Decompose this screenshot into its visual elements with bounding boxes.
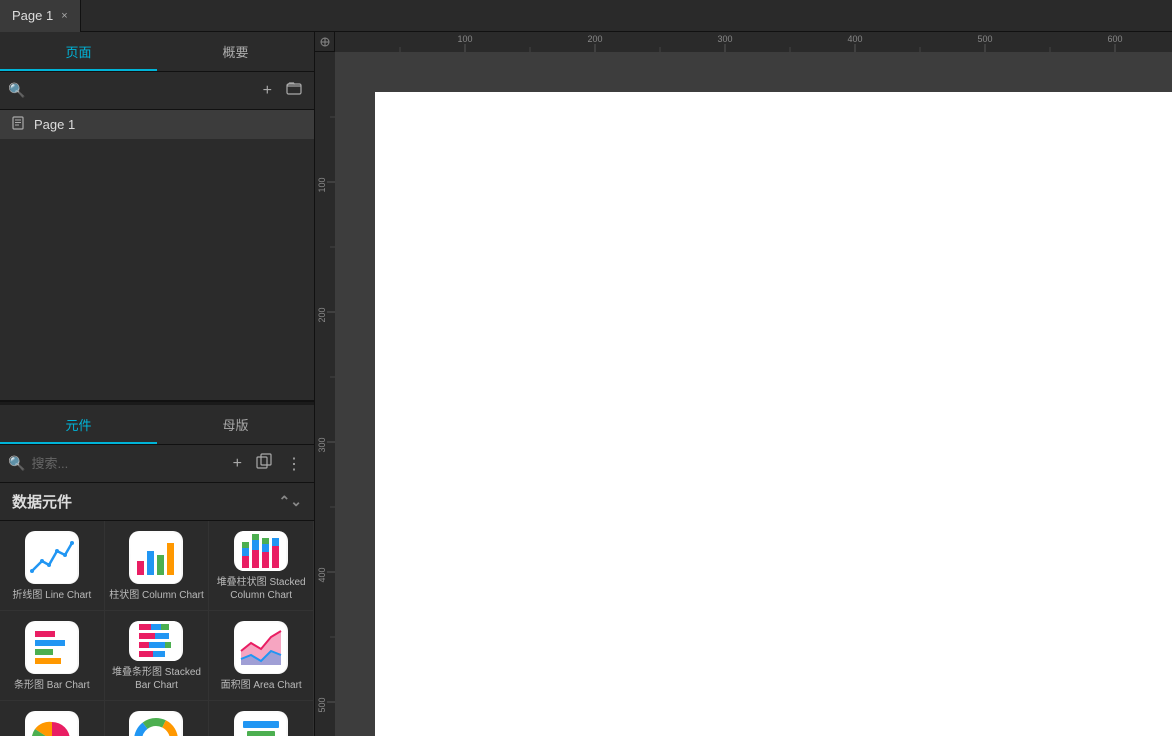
canvas-main: 100 200 300 400 500 [315,52,1172,736]
donut-chart-icon [129,711,183,736]
page-panel: 页面 概要 🔍 + [0,32,314,402]
svg-text:200: 200 [317,307,327,322]
svg-text:400: 400 [317,567,327,582]
component-search-icon: 🔍 [8,455,25,472]
line-chart-icon [25,531,79,584]
svg-text:500: 500 [977,34,992,44]
component-line-chart[interactable]: 折线图 Line Chart [0,521,105,611]
more-options-button[interactable]: ⋮ [282,452,306,476]
area-chart-label: 面积图 Area Chart [221,679,302,692]
stacked-bar-icon [129,621,183,661]
component-grid: 折线图 Line Chart 柱状图 Column Chart [0,521,314,736]
page-search-icon[interactable]: 🔍 [8,82,25,99]
component-search-input[interactable] [31,456,222,471]
svg-text:300: 300 [317,437,327,452]
component-stacked-column[interactable]: 堆叠柱状图 Stacked Column Chart [209,521,314,611]
area-chart-icon [234,621,288,674]
svg-text:600: 600 [1107,34,1122,44]
tab-close-icon[interactable]: × [61,10,67,22]
component-tabs: 元件 母版 [0,405,314,445]
category-header: 数据元件 ⌃⌄ [0,483,314,521]
component-area-chart[interactable]: 面积图 Area Chart [209,611,314,701]
tab-page1-label: Page 1 [12,8,53,23]
pie-chart-icon [25,711,79,736]
tab-overview[interactable]: 概要 [157,32,314,71]
canvas-white-page[interactable] [375,92,1172,736]
canvas-content[interactable] [335,52,1172,736]
svg-text:300: 300 [717,34,732,44]
tab-components[interactable]: 元件 [0,405,157,444]
stacked-col-label: 堆叠柱状图 Stacked Column Chart [213,576,309,602]
page-list-item[interactable]: Page 1 [0,110,314,139]
column-chart-label: 柱状图 Column Chart [109,589,203,602]
svg-text:100: 100 [317,177,327,192]
component-donut-chart[interactable]: 环形图 [105,701,210,736]
main-layout: 页面 概要 🔍 + [0,32,1172,736]
page-list: Page 1 [0,110,314,400]
column-chart-icon [129,531,183,584]
page-list-toolbar: 🔍 + [0,72,314,110]
svg-text:500: 500 [317,697,327,712]
tab-masters[interactable]: 母版 [157,405,314,444]
duplicate-button[interactable] [252,451,276,476]
bar-chart-label: 条形图 Bar Chart [14,679,90,692]
nav-tabs: 页面 概要 [0,32,314,72]
component-stacked-bar[interactable]: 堆叠条形图 Stacked Bar Chart [105,611,210,701]
bar-chart-icon [25,621,79,674]
svg-text:100: 100 [457,34,472,44]
tab-pages[interactable]: 页面 [0,32,157,71]
component-panel: 元件 母版 🔍 + ⋮ 数据元件 [0,405,314,736]
stacked-col-icon [234,531,288,571]
line-chart-label: 折线图 Line Chart [12,589,91,602]
page-item-label: Page 1 [34,117,75,132]
ruler-corner[interactable] [315,32,335,52]
left-panel: 页面 概要 🔍 + [0,32,315,736]
tab-bar: Page 1 × [0,0,1172,32]
funnel-chart-icon [234,711,288,736]
ruler-top: 100 200 300 400 500 600 [335,32,1172,52]
tab-page1[interactable]: Page 1 × [0,0,81,32]
component-bar-chart[interactable]: 条形图 Bar Chart [0,611,105,701]
svg-text:400: 400 [847,34,862,44]
svg-text:200: 200 [587,34,602,44]
component-funnel-chart[interactable]: 漏斗图 [209,701,314,736]
folder-button[interactable] [282,78,306,103]
add-page-button[interactable]: + [259,80,276,102]
expand-icon[interactable]: ⌃⌄ [279,493,302,510]
ruler-left: 100 200 300 400 500 [315,52,335,736]
page-item-icon [12,116,26,133]
component-search-bar: 🔍 + ⋮ [0,445,314,483]
add-component-button[interactable]: + [229,453,246,475]
canvas-area: 100 200 300 400 500 600 [315,32,1172,736]
stacked-bar-label: 堆叠条形图 Stacked Bar Chart [109,666,205,692]
component-column-chart[interactable]: 柱状图 Column Chart [105,521,210,611]
component-pie-chart[interactable]: 饼图 [0,701,105,736]
